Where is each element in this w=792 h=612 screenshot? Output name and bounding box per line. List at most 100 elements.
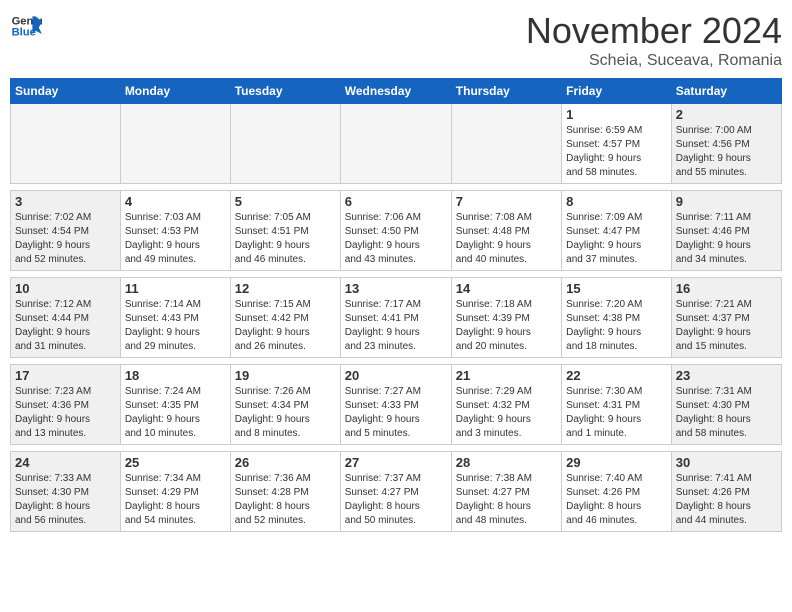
day-info: Sunrise: 7:05 AM Sunset: 4:51 PM Dayligh… (235, 211, 336, 267)
day-number: 11 (125, 281, 226, 296)
day-number: 18 (125, 368, 226, 383)
day-number: 13 (345, 281, 447, 296)
table-row: 23 Sunrise: 7:31 AM Sunset: 4:30 PM Dayli… (671, 365, 781, 445)
calendar-week-row: 3 Sunrise: 7:02 AM Sunset: 4:54 PM Daylig… (11, 191, 782, 271)
calendar-week-row: 17 Sunrise: 7:23 AM Sunset: 4:36 PM Dayli… (11, 365, 782, 445)
calendar-week-row: 10Sunrise: 7:12 AM Sunset: 4:44 PM Dayli… (11, 278, 782, 358)
title-block: November 2024 Scheia, Suceava, Romania (526, 10, 782, 70)
table-row: 22 Sunrise: 7:30 AM Sunset: 4:31 PM Dayli… (562, 365, 672, 445)
day-number: 25 (125, 455, 226, 470)
day-info: Sunrise: 7:00 AM Sunset: 4:56 PM Dayligh… (676, 124, 777, 180)
logo: General Blue (10, 10, 42, 42)
table-row: 27Sunrise: 7:37 AM Sunset: 4:27 PM Dayli… (340, 452, 451, 532)
table-row: 2 Sunrise: 7:00 AM Sunset: 4:56 PM Daylig… (671, 104, 781, 184)
table-row: 9 Sunrise: 7:11 AM Sunset: 4:46 PM Daylig… (671, 191, 781, 271)
day-number: 5 (235, 194, 336, 209)
day-number: 19 (235, 368, 336, 383)
day-info: Sunrise: 7:33 AM Sunset: 4:30 PM Dayligh… (15, 472, 116, 528)
calendar-header-row: Sunday Monday Tuesday Wednesday Thursday… (11, 79, 782, 104)
day-info: Sunrise: 7:29 AM Sunset: 4:32 PM Dayligh… (456, 385, 557, 441)
table-row (11, 104, 121, 184)
table-row: 3 Sunrise: 7:02 AM Sunset: 4:54 PM Daylig… (11, 191, 121, 271)
col-thursday: Thursday (451, 79, 561, 104)
table-row (340, 104, 451, 184)
day-number: 20 (345, 368, 447, 383)
day-info: Sunrise: 7:02 AM Sunset: 4:54 PM Dayligh… (15, 211, 116, 267)
day-number: 22 (566, 368, 667, 383)
table-row (120, 104, 230, 184)
table-row: 11 Sunrise: 7:14 AM Sunset: 4:43 PM Dayli… (120, 278, 230, 358)
day-info: Sunrise: 7:38 AM Sunset: 4:27 PM Dayligh… (456, 472, 557, 528)
day-number: 26 (235, 455, 336, 470)
day-info: Sunrise: 6:59 AM Sunset: 4:57 PM Dayligh… (566, 124, 667, 180)
day-info: Sunrise: 7:31 AM Sunset: 4:30 PM Dayligh… (676, 385, 777, 441)
table-row: 4 Sunrise: 7:03 AM Sunset: 4:53 PM Daylig… (120, 191, 230, 271)
day-info: Sunrise: 7:18 AM Sunset: 4:39 PM Dayligh… (456, 298, 557, 354)
day-info: Sunrise: 7:24 AM Sunset: 4:35 PM Dayligh… (125, 385, 226, 441)
month-title: November 2024 (526, 10, 782, 52)
table-row: 8 Sunrise: 7:09 AM Sunset: 4:47 PM Daylig… (562, 191, 672, 271)
table-row: 18 Sunrise: 7:24 AM Sunset: 4:35 PM Dayli… (120, 365, 230, 445)
day-number: 3 (15, 194, 116, 209)
day-info: Sunrise: 7:08 AM Sunset: 4:48 PM Dayligh… (456, 211, 557, 267)
day-info: Sunrise: 7:36 AM Sunset: 4:28 PM Dayligh… (235, 472, 336, 528)
day-number: 8 (566, 194, 667, 209)
row-separator (11, 271, 782, 278)
table-row: 26 Sunrise: 7:36 AM Sunset: 4:28 PM Dayli… (230, 452, 340, 532)
table-row: 6 Sunrise: 7:06 AM Sunset: 4:50 PM Daylig… (340, 191, 451, 271)
table-row: 21Sunrise: 7:29 AM Sunset: 4:32 PM Dayli… (451, 365, 561, 445)
day-number: 17 (15, 368, 116, 383)
table-row: 25 Sunrise: 7:34 AM Sunset: 4:29 PM Dayli… (120, 452, 230, 532)
table-row (230, 104, 340, 184)
day-info: Sunrise: 7:17 AM Sunset: 4:41 PM Dayligh… (345, 298, 447, 354)
day-info: Sunrise: 7:27 AM Sunset: 4:33 PM Dayligh… (345, 385, 447, 441)
day-info: Sunrise: 7:12 AM Sunset: 4:44 PM Dayligh… (15, 298, 116, 354)
table-row (451, 104, 561, 184)
day-number: 15 (566, 281, 667, 296)
row-separator (11, 358, 782, 365)
table-row: 30Sunrise: 7:41 AM Sunset: 4:26 PM Dayli… (671, 452, 781, 532)
col-friday: Friday (562, 79, 672, 104)
day-info: Sunrise: 7:14 AM Sunset: 4:43 PM Dayligh… (125, 298, 226, 354)
table-row: 15Sunrise: 7:20 AM Sunset: 4:38 PM Dayli… (562, 278, 672, 358)
table-row: 24 Sunrise: 7:33 AM Sunset: 4:30 PM Dayli… (11, 452, 121, 532)
calendar-week-row: 24 Sunrise: 7:33 AM Sunset: 4:30 PM Dayli… (11, 452, 782, 532)
table-row: 1Sunrise: 6:59 AM Sunset: 4:57 PM Daylig… (562, 104, 672, 184)
table-row: 29Sunrise: 7:40 AM Sunset: 4:26 PM Dayli… (562, 452, 672, 532)
calendar-week-row: 1Sunrise: 6:59 AM Sunset: 4:57 PM Daylig… (11, 104, 782, 184)
row-separator (11, 445, 782, 452)
day-info: Sunrise: 7:09 AM Sunset: 4:47 PM Dayligh… (566, 211, 667, 267)
day-number: 23 (676, 368, 777, 383)
day-number: 24 (15, 455, 116, 470)
table-row: 28 Sunrise: 7:38 AM Sunset: 4:27 PM Dayli… (451, 452, 561, 532)
day-info: Sunrise: 7:06 AM Sunset: 4:50 PM Dayligh… (345, 211, 447, 267)
day-number: 14 (456, 281, 557, 296)
col-saturday: Saturday (671, 79, 781, 104)
day-info: Sunrise: 7:15 AM Sunset: 4:42 PM Dayligh… (235, 298, 336, 354)
day-number: 16 (676, 281, 777, 296)
table-row: 7 Sunrise: 7:08 AM Sunset: 4:48 PM Daylig… (451, 191, 561, 271)
day-number: 9 (676, 194, 777, 209)
day-info: Sunrise: 7:03 AM Sunset: 4:53 PM Dayligh… (125, 211, 226, 267)
day-number: 2 (676, 107, 777, 122)
day-number: 6 (345, 194, 447, 209)
location: Scheia, Suceava, Romania (526, 52, 782, 70)
day-number: 29 (566, 455, 667, 470)
day-number: 4 (125, 194, 226, 209)
day-info: Sunrise: 7:34 AM Sunset: 4:29 PM Dayligh… (125, 472, 226, 528)
day-info: Sunrise: 7:37 AM Sunset: 4:27 PM Dayligh… (345, 472, 447, 528)
day-number: 7 (456, 194, 557, 209)
svg-text:Blue: Blue (12, 27, 36, 39)
table-row: 17 Sunrise: 7:23 AM Sunset: 4:36 PM Dayli… (11, 365, 121, 445)
day-info: Sunrise: 7:23 AM Sunset: 4:36 PM Dayligh… (15, 385, 116, 441)
table-row: 5 Sunrise: 7:05 AM Sunset: 4:51 PM Daylig… (230, 191, 340, 271)
day-info: Sunrise: 7:11 AM Sunset: 4:46 PM Dayligh… (676, 211, 777, 267)
day-info: Sunrise: 7:30 AM Sunset: 4:31 PM Dayligh… (566, 385, 667, 441)
day-number: 12 (235, 281, 336, 296)
page: General Blue November 2024 Scheia, Sucea… (0, 0, 792, 612)
day-number: 28 (456, 455, 557, 470)
table-row: 13 Sunrise: 7:17 AM Sunset: 4:41 PM Dayli… (340, 278, 451, 358)
table-row: 14 Sunrise: 7:18 AM Sunset: 4:39 PM Dayli… (451, 278, 561, 358)
table-row: 20 Sunrise: 7:27 AM Sunset: 4:33 PM Dayli… (340, 365, 451, 445)
col-wednesday: Wednesday (340, 79, 451, 104)
